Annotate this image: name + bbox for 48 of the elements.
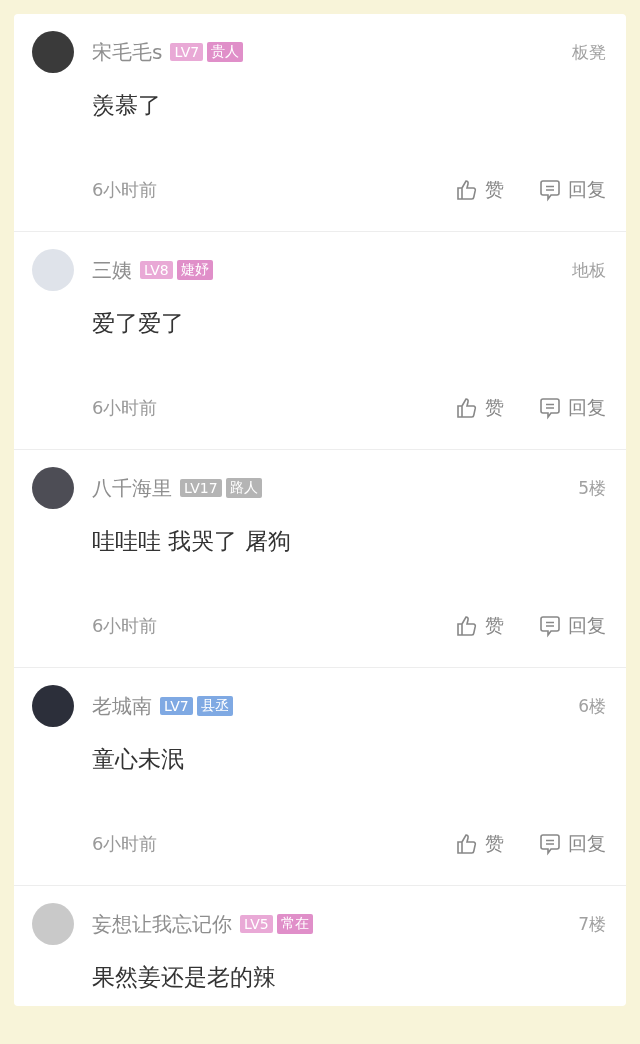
avatar[interactable] (32, 685, 74, 727)
user-tag: LV7 (160, 697, 193, 715)
user-tag: 路人 (225, 478, 262, 498)
user-name[interactable]: 老城南 (92, 692, 152, 720)
comment-icon (538, 396, 562, 420)
post-time: 6小时前 (92, 832, 158, 856)
comment-icon (538, 832, 562, 856)
floor-label: 板凳 (572, 40, 606, 64)
comment-text: 爱了爱了 (92, 309, 185, 338)
comment-icon (538, 178, 562, 202)
comment-text: 哇哇哇 我哭了 屠狗 (92, 527, 292, 556)
thumbs-up-icon (455, 832, 479, 856)
comment-text: 童心未泯 (92, 745, 185, 774)
user-tag: 常在 (276, 914, 313, 934)
thumbs-up-icon (455, 614, 479, 638)
floor-label: 5楼 (578, 476, 606, 500)
user-tag: LV5 (240, 915, 273, 933)
like-button[interactable]: 赞 (455, 613, 504, 639)
post-time: 6小时前 (92, 396, 158, 420)
floor-label: 7楼 (578, 912, 606, 936)
user-tag: LV8 (140, 261, 173, 279)
floor-label: 6楼 (578, 694, 606, 718)
user-tag: 婕妤 (176, 260, 213, 280)
reply-button[interactable]: 回复 (538, 613, 606, 639)
comment-text: 果然姜还是老的辣 (92, 963, 277, 992)
user-name[interactable]: 三姨 (92, 256, 132, 284)
user-tag: 贵人 (207, 42, 244, 62)
avatar[interactable] (32, 31, 74, 73)
user-name[interactable]: 妄想让我忘记你 (92, 910, 232, 938)
user-name[interactable]: 八千海里 (92, 474, 172, 502)
avatar[interactable] (32, 467, 74, 509)
comment-icon (538, 614, 562, 638)
floor-label: 地板 (572, 258, 606, 282)
like-button[interactable]: 赞 (455, 177, 504, 203)
like-button[interactable]: 赞 (455, 831, 504, 857)
thumbs-up-icon (455, 396, 479, 420)
reply-button[interactable]: 回复 (538, 177, 606, 203)
post-time: 6小时前 (92, 178, 158, 202)
post-time: 6小时前 (92, 614, 158, 638)
like-button[interactable]: 赞 (455, 395, 504, 421)
user-tag: LV7 (170, 43, 204, 61)
user-name[interactable]: 宋毛毛s (92, 38, 163, 66)
thumbs-up-icon (455, 178, 479, 202)
user-tag: 县丞 (196, 696, 233, 716)
reply-button[interactable]: 回复 (538, 831, 606, 857)
comment-text: 羡慕了 (92, 91, 162, 120)
user-tag: LV17 (180, 479, 222, 497)
reply-button[interactable]: 回复 (538, 395, 606, 421)
